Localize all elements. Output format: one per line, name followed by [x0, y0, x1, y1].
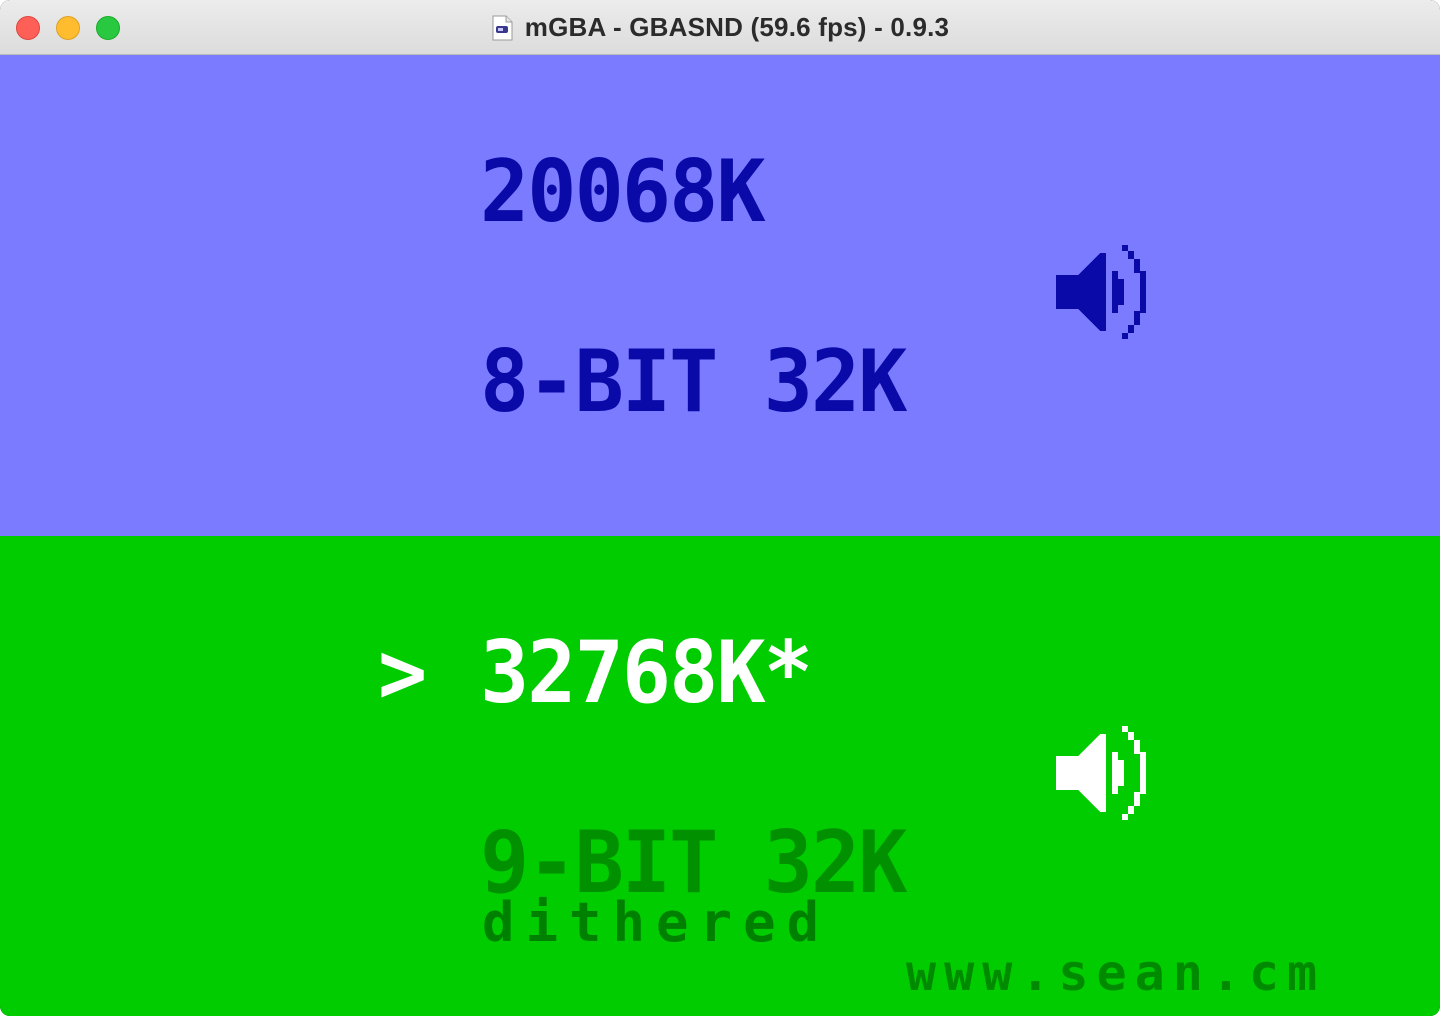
minimize-button[interactable]: [56, 16, 80, 40]
website-url: www.sean.cm: [906, 944, 1326, 1002]
close-button[interactable]: [16, 16, 40, 40]
speaker-icon: [1056, 245, 1146, 339]
speaker-icon: [1056, 726, 1146, 820]
title-group: mGBA - GBASND (59.6 fps) - 0.9.3: [0, 0, 1440, 55]
bit-format-label: 8-BIT 32K: [480, 332, 907, 432]
sample-rate-label: 20068K: [480, 142, 766, 242]
selection-arrow: >: [378, 623, 427, 723]
top-panel: 20068K 8-BIT 32K: [0, 55, 1440, 536]
dither-note: dithered: [482, 891, 831, 954]
bottom-panel: > 32768K* 9-BIT 32K dithered www.sean.cm: [0, 536, 1440, 1016]
document-icon: [492, 15, 513, 40]
selected-sample-rate-label[interactable]: 32768K*: [480, 630, 813, 716]
game-screen[interactable]: 20068K 8-BIT 32K > 32768K* 9-BIT 32K dit…: [0, 55, 1440, 1016]
title-bar[interactable]: mGBA - GBASND (59.6 fps) - 0.9.3: [0, 0, 1440, 55]
maximize-button[interactable]: [96, 16, 120, 40]
window-title: mGBA - GBASND (59.6 fps) - 0.9.3: [524, 12, 950, 42]
mgba-window: mGBA - GBASND (59.6 fps) - 0.9.3 20068K …: [0, 0, 1440, 1016]
